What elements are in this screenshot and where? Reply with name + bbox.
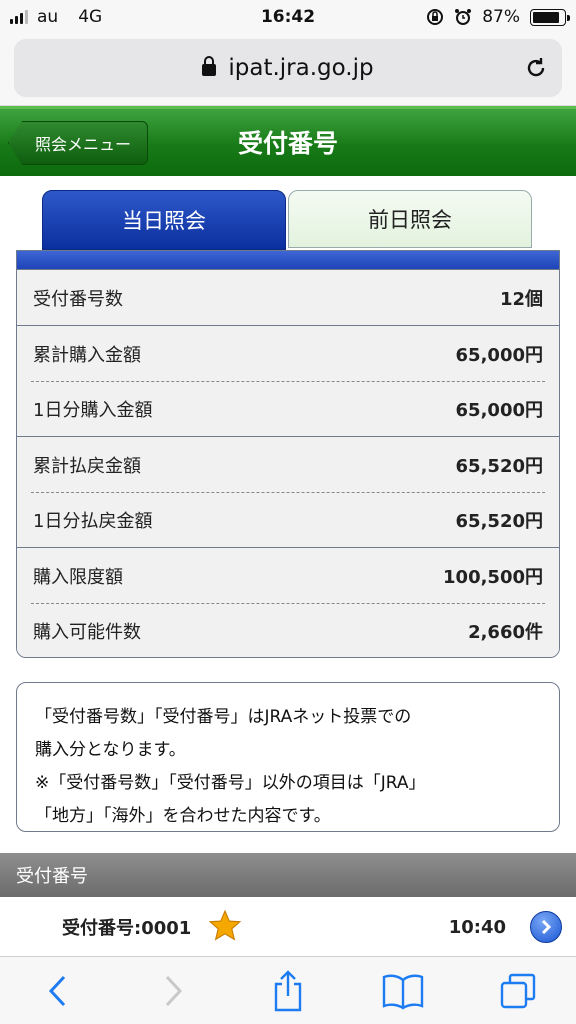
summary-row: 購入限度額 100,500円	[17, 548, 559, 603]
signal-strength-icon	[10, 10, 28, 24]
summary-label: 受付番号数	[33, 288, 123, 310]
summary-value: 65,520円	[455, 455, 543, 477]
orientation-lock-icon	[427, 9, 444, 25]
summary-label: 購入限度額	[33, 566, 123, 588]
address-bar[interactable]: ipat.jra.go.jp	[14, 39, 562, 97]
summary-row: 累計購入金額 65,000円	[17, 326, 559, 381]
summary-label: 累計払戻金額	[33, 455, 141, 477]
page-header: 照会メニュー 受付番号	[0, 106, 576, 176]
back-menu-button[interactable]: 照会メニュー	[8, 121, 148, 165]
lock-icon	[202, 56, 217, 76]
receipts-section-header: 受付番号	[0, 853, 576, 897]
battery-icon	[530, 8, 570, 26]
summary-value: 65,000円	[455, 400, 543, 421]
status-bar: au 4G 16:42 87%	[0, 0, 576, 34]
note-line: ※「受付番号数」「受付番号」以外の項目は「JRA」	[35, 773, 426, 793]
summary-value: 65,520円	[455, 511, 543, 532]
summary-group-count: 受付番号数 12個	[17, 269, 559, 325]
summary-row: 累計払戻金額 65,520円	[17, 437, 559, 492]
list-item[interactable]: 受付番号:0001 10:40	[0, 897, 576, 957]
url-text: ipat.jra.go.jp	[228, 55, 374, 81]
receipt-time: 10:40	[448, 916, 506, 938]
alarm-icon	[455, 9, 472, 25]
battery-percent: 87%	[482, 7, 520, 27]
receipt-number: 受付番号:0001	[62, 918, 192, 939]
share-button[interactable]	[258, 966, 318, 1016]
reload-icon[interactable]	[524, 56, 548, 80]
tabs-icon	[501, 973, 536, 1008]
chevron-left-icon	[48, 975, 65, 1006]
book-icon	[382, 974, 424, 1009]
note-line: 「受付番号数」「受付番号」はJRAネット投票での	[35, 707, 412, 727]
summary-group-limit: 購入限度額 100,500円 購入可能件数 2,660件	[17, 547, 559, 657]
browser-forward-button[interactable]	[143, 966, 203, 1016]
summary-group-purchase: 累計購入金額 65,000円 1日分購入金額 65,000円	[17, 325, 559, 436]
note-line: 「地方」「海外」を合わせた内容です。	[35, 806, 331, 826]
share-icon	[274, 969, 302, 1011]
note-line: 購入分となります。	[35, 740, 186, 760]
summary-value: 65,000円	[455, 344, 543, 366]
summary-label: 購入可能件数	[33, 622, 141, 643]
chevron-right-icon[interactable]	[530, 911, 562, 943]
summary-label: 1日分払戻金額	[33, 511, 153, 532]
browser-back-button[interactable]	[28, 966, 88, 1016]
tabs-button[interactable]	[488, 966, 548, 1016]
summary-table: 受付番号数 12個 累計購入金額 65,000円 1日分購入金額 65,000円…	[16, 250, 560, 658]
note-box: 「受付番号数」「受付番号」はJRAネット投票での 購入分となります。 ※「受付番…	[16, 682, 560, 832]
tab-previous-day[interactable]: 前日照会	[288, 190, 532, 248]
browser-chrome: ipat.jra.go.jp	[0, 34, 576, 106]
summary-label: 累計購入金額	[33, 344, 141, 366]
star-icon	[208, 909, 242, 941]
summary-row: 受付番号数 12個	[17, 270, 559, 325]
summary-value: 2,660件	[468, 622, 543, 643]
chevron-right-icon	[165, 975, 182, 1006]
tab-today[interactable]: 当日照会	[42, 190, 286, 250]
summary-group-refund: 累計払戻金額 65,520円 1日分払戻金額 65,520円	[17, 436, 559, 547]
summary-label: 1日分購入金額	[33, 400, 153, 421]
tab-panel-band	[17, 251, 559, 269]
summary-value: 12個	[499, 288, 543, 310]
browser-toolbar	[0, 956, 576, 1024]
summary-row: 購入可能件数 2,660件	[31, 603, 545, 657]
carrier-name: au	[37, 7, 59, 27]
summary-row: 1日分払戻金額 65,520円	[31, 492, 545, 547]
summary-value: 100,500円	[443, 566, 543, 588]
bookmarks-button[interactable]	[373, 966, 433, 1016]
summary-row: 1日分購入金額 65,000円	[31, 381, 545, 436]
network-type: 4G	[78, 7, 103, 27]
